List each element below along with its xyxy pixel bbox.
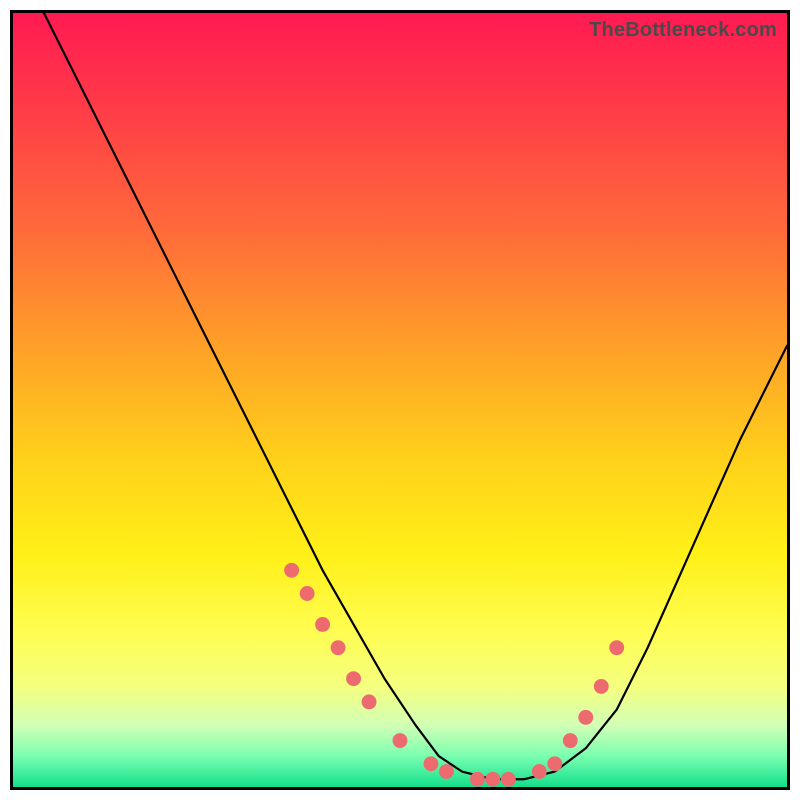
- highlight-dot: [284, 563, 299, 578]
- chart-frame: TheBottleneck.com: [10, 10, 790, 790]
- highlight-dot: [563, 733, 578, 748]
- highlight-dot: [532, 764, 547, 779]
- highlight-dot: [594, 679, 609, 694]
- bottleneck-curve: [44, 13, 787, 779]
- highlight-dot: [501, 772, 516, 787]
- highlight-dot: [578, 710, 593, 725]
- chart-overlay-svg: [13, 13, 787, 787]
- highlight-dot: [609, 640, 624, 655]
- highlight-dot: [346, 671, 361, 686]
- highlight-dot: [315, 617, 330, 632]
- highlight-dot: [485, 772, 500, 787]
- highlight-dot: [393, 733, 408, 748]
- highlight-dot: [547, 756, 562, 771]
- highlight-dot: [424, 756, 439, 771]
- highlight-dot: [470, 772, 485, 787]
- highlight-dot: [439, 764, 454, 779]
- highlight-marker-group: [284, 563, 624, 787]
- highlight-dot: [362, 694, 377, 709]
- highlight-dot: [331, 640, 346, 655]
- highlight-dot: [300, 586, 315, 601]
